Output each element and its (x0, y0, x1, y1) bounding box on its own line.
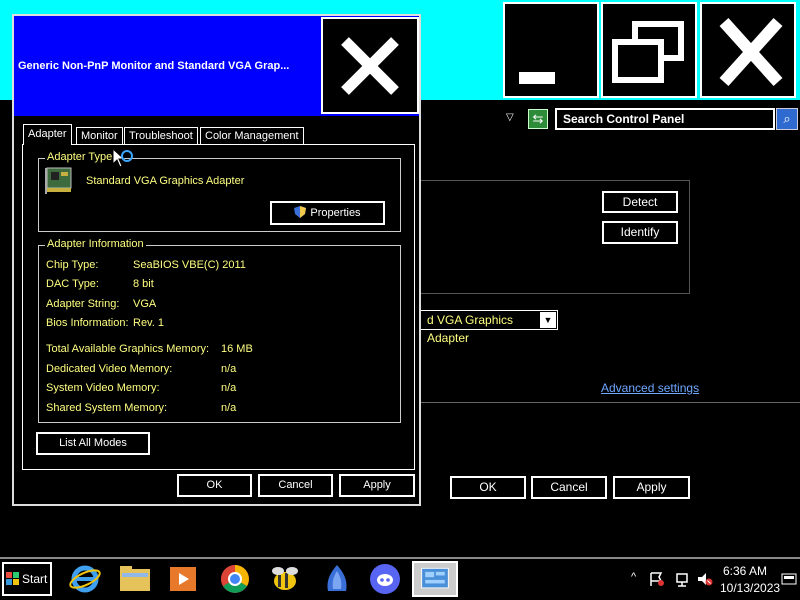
adapter-properties-dialog: Generic Non-PnP Monitor and Standard VGA… (12, 14, 421, 506)
chip-type-value: SeaBIOS VBE(C) 2011 (133, 259, 246, 271)
dialog-title: Generic Non-PnP Monitor and Standard VGA… (18, 60, 290, 72)
list-all-modes-button[interactable]: List All Modes (36, 432, 150, 455)
shield-icon (294, 206, 307, 218)
restore-icon (612, 21, 684, 83)
properties-label: Properties (310, 207, 361, 219)
refresh-button[interactable]: ⇆ (528, 109, 548, 129)
bg-apply-button[interactable]: Apply (613, 476, 690, 499)
shared-memory-label: Shared System Memory: (46, 402, 168, 414)
volume-muted-icon[interactable] (697, 571, 713, 587)
shared-memory-value: n/a (221, 402, 237, 414)
chevron-down-icon: ▼ (540, 312, 556, 328)
discord-icon[interactable] (362, 561, 408, 597)
apply-button[interactable]: Apply (339, 474, 415, 497)
graphics-card-icon (45, 167, 72, 194)
bee-app-icon[interactable] (262, 561, 308, 597)
address-dropdown-icon[interactable]: ▽ (506, 112, 514, 123)
windows-logo-icon (6, 572, 19, 585)
bg-ok-button[interactable]: OK (450, 476, 526, 499)
chip-type-label: Chip Type: (46, 259, 99, 271)
internet-explorer-icon[interactable] (62, 561, 108, 597)
tab-color-management[interactable]: Color Management (200, 127, 304, 145)
busy-cursor-icon (112, 147, 133, 168)
adapter-info-group: Adapter Information Chip Type: SeaBIOS V… (38, 238, 401, 423)
show-hidden-icons-icon[interactable]: ^ (631, 571, 636, 583)
dedicated-memory-value: n/a (221, 363, 237, 375)
minimize-icon (519, 72, 555, 84)
tab-monitor[interactable]: Monitor (76, 127, 123, 145)
network-icon[interactable] (675, 571, 691, 587)
detect-button[interactable]: Detect (602, 191, 678, 213)
dac-type-value: 8 bit (133, 278, 154, 290)
display-select[interactable]: d VGA Graphics Adapter ▼ (420, 310, 558, 345)
taskbar: Start ^ 6:36 AM 10/13/2023 (0, 557, 800, 600)
total-memory-value: 16 MB (221, 343, 253, 355)
adapter-info-title: Adapter Information (45, 238, 146, 250)
properties-button[interactable]: Properties (270, 201, 385, 225)
adapter-type-title: Adapter Type (45, 151, 115, 163)
keyboard-icon[interactable] (781, 573, 797, 585)
adapter-string-label: Adapter String: (46, 298, 120, 310)
system-memory-label: System Video Memory: (46, 382, 160, 394)
minimize-button[interactable] (503, 2, 599, 98)
total-memory-label: Total Available Graphics Memory: (46, 343, 210, 355)
media-player-icon[interactable] (160, 561, 206, 597)
bg-cancel-button[interactable]: Cancel (531, 476, 607, 499)
tab-troubleshoot[interactable]: Troubleshoot (124, 127, 198, 145)
clock-date[interactable]: 10/13/2023 (720, 581, 780, 595)
dac-type-label: DAC Type: (46, 278, 99, 290)
adapter-name: Standard VGA Graphics Adapter (86, 175, 245, 187)
search-icon[interactable]: ⌕ (776, 108, 798, 130)
dedicated-memory-label: Dedicated Video Memory: (46, 363, 173, 375)
adapter-tab-panel: Adapter Type Standard VGA Graphics Adapt… (22, 144, 415, 470)
adapter-type-group: Adapter Type Standard VGA Graphics Adapt… (38, 151, 401, 232)
bios-info-value: Rev. 1 (133, 317, 164, 329)
close-window-button[interactable] (700, 2, 796, 98)
address-bar: ▽ ⇆ Search Control Panel ⌕ (420, 106, 800, 132)
display-select-value: d VGA Graphics Adapter (427, 313, 514, 345)
chrome-icon[interactable] (212, 561, 258, 597)
dialog-close-button[interactable] (321, 17, 419, 114)
action-center-flag-icon[interactable] (649, 571, 665, 587)
identify-button[interactable]: Identify (602, 221, 678, 244)
start-label: Start (22, 572, 48, 586)
start-button[interactable]: Start (2, 562, 52, 596)
ok-button[interactable]: OK (177, 474, 252, 497)
close-icon (341, 37, 399, 95)
system-memory-value: n/a (221, 382, 237, 394)
restore-button[interactable] (601, 2, 697, 98)
file-explorer-icon[interactable] (112, 561, 158, 597)
blue-app-icon[interactable] (314, 561, 360, 597)
system-tray: ^ 6:36 AM 10/13/2023 (625, 559, 800, 599)
adapter-string-value: VGA (133, 298, 157, 310)
control-panel-icon[interactable] (412, 561, 458, 597)
search-input[interactable]: Search Control Panel (555, 108, 775, 130)
bios-info-label: Bios Information: (46, 317, 129, 329)
dialog-titlebar: Generic Non-PnP Monitor and Standard VGA… (14, 16, 419, 116)
tab-adapter[interactable]: Adapter (23, 124, 72, 145)
clock-time[interactable]: 6:36 AM (723, 564, 767, 578)
divider (420, 402, 800, 403)
close-icon (719, 17, 783, 87)
cancel-button[interactable]: Cancel (258, 474, 333, 497)
advanced-settings-link[interactable]: Advanced settings (601, 381, 699, 395)
